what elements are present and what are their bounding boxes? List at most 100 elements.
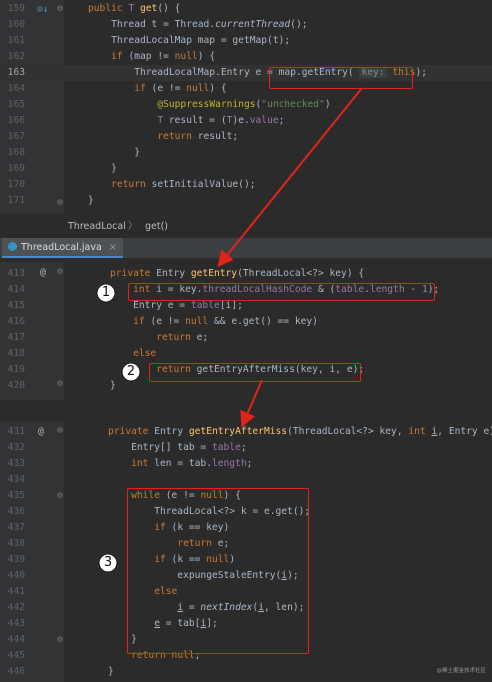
line-number: 166 xyxy=(7,115,25,126)
breadcrumb: ThreadLocal 〉 get() xyxy=(0,216,492,238)
line-number: 444 xyxy=(7,634,25,645)
line-number: 431 xyxy=(7,426,25,437)
code-text: Thread t = Thread.currentThread(); xyxy=(88,19,308,30)
tab-label: ThreadLocal.java xyxy=(21,242,102,253)
line-number: 442 xyxy=(7,602,25,613)
code-line[interactable]: 167 return result; xyxy=(0,129,492,145)
line-number: 440 xyxy=(7,570,25,581)
line-number: 419 xyxy=(7,364,25,375)
code-text: return result; xyxy=(157,131,239,142)
line-number: 436 xyxy=(7,506,25,517)
code-text: } xyxy=(88,163,117,174)
close-icon[interactable]: × xyxy=(109,242,117,253)
code-line[interactable]: 417 return e; xyxy=(0,330,492,346)
line-number: 160 xyxy=(7,19,25,30)
line-number: 418 xyxy=(7,348,25,359)
line-number: 417 xyxy=(7,332,25,343)
line-number: 415 xyxy=(7,300,25,311)
code-line[interactable]: 418 else xyxy=(0,346,492,362)
code-text: private Entry getEntry(ThreadLocal<?> ke… xyxy=(110,268,365,279)
code-text: } xyxy=(110,380,116,391)
line-number: 414 xyxy=(7,284,25,295)
tab-threadlocal-java[interactable]: ThreadLocal.java × xyxy=(2,238,123,258)
code-text: ThreadLocalMap map = getMap(t); xyxy=(88,35,291,46)
line-number: 432 xyxy=(7,442,25,453)
line-number: 161 xyxy=(7,35,25,46)
line-number: 438 xyxy=(7,538,25,549)
code-line[interactable]: 160 Thread t = Thread.currentThread(); xyxy=(0,17,492,33)
code-text: public T get() { xyxy=(88,3,181,14)
line-number: 170 xyxy=(7,179,25,190)
code-line[interactable]: 161 ThreadLocalMap map = getMap(t); xyxy=(0,33,492,49)
code-text: return setInitialValue(); xyxy=(111,179,256,190)
line-number: 434 xyxy=(7,474,25,485)
java-class-icon xyxy=(8,242,17,251)
line-number: 167 xyxy=(7,131,25,142)
line-number: 439 xyxy=(7,554,25,565)
code-line[interactable]: 433 int len = tab.length; xyxy=(0,456,492,472)
code-text: } xyxy=(108,666,114,677)
code-text: @SuppressWarnings("unchecked") xyxy=(157,99,331,110)
line-number: 443 xyxy=(7,618,25,629)
code-line[interactable]: 159 public T get() { xyxy=(0,1,492,17)
code-line[interactable]: 170 return setInitialValue(); xyxy=(0,177,492,193)
code-line[interactable]: 432 Entry[] tab = table; xyxy=(0,440,492,456)
code-line[interactable]: 163 ThreadLocalMap.Entry e = map.getEntr… xyxy=(0,65,492,81)
code-line[interactable]: 165 @SuppressWarnings("unchecked") xyxy=(0,97,492,113)
divider xyxy=(0,400,492,422)
code-text: int len = tab.length; xyxy=(131,458,253,469)
code-text: if (map != null) { xyxy=(111,51,216,62)
code-line[interactable]: 168 } xyxy=(0,145,492,161)
line-number: 420 xyxy=(7,380,25,391)
line-number: 159 xyxy=(7,3,25,14)
code-text: private Entry getEntryAfterMiss(ThreadLo… xyxy=(108,426,492,437)
breadcrumb-class[interactable]: ThreadLocal xyxy=(68,216,126,238)
highlight-getentry-call xyxy=(269,67,413,89)
line-number: 165 xyxy=(7,99,25,110)
code-text: } xyxy=(88,195,94,206)
line-number: 168 xyxy=(7,147,25,158)
step-marker-2: 2 xyxy=(121,362,141,382)
code-text: Entry[] tab = table; xyxy=(108,442,247,453)
line-number: 163 xyxy=(7,67,25,78)
code-line[interactable]: 416 if (e != null && e.get() == key) xyxy=(0,314,492,330)
line-number: 171 xyxy=(7,195,25,206)
code-line[interactable]: 413 private Entry getEntry(ThreadLocal<?>… xyxy=(0,266,492,282)
code-text: T result = (T)e.value; xyxy=(157,115,285,126)
line-number: 445 xyxy=(7,650,25,661)
line-number: 413 xyxy=(7,268,25,279)
code-line[interactable]: 446} xyxy=(0,664,492,680)
code-line[interactable]: 434 xyxy=(0,472,492,488)
line-number: 435 xyxy=(7,490,25,501)
highlight-index-calc xyxy=(128,283,435,301)
line-number: 441 xyxy=(7,586,25,597)
code-panel-getentry: @ ⊖ ⊖ 413 private Entry getEntry(ThreadLo… xyxy=(0,262,492,400)
line-number: 162 xyxy=(7,51,25,62)
line-number: 164 xyxy=(7,83,25,94)
code-panel-get: ⊙↓ ⊖ ⊖ 159 public T get() {160 Thread t =… xyxy=(0,0,492,214)
line-number: 169 xyxy=(7,163,25,174)
breadcrumb-method[interactable]: get() xyxy=(145,216,168,238)
code-line[interactable]: 171} xyxy=(0,193,492,209)
highlight-while-loop xyxy=(127,488,309,654)
code-text: else xyxy=(133,348,157,359)
line-number: 433 xyxy=(7,458,25,469)
code-line[interactable]: 431 private Entry getEntryAfterMiss(Threa… xyxy=(0,424,492,440)
highlight-after-miss-call xyxy=(149,363,361,382)
code-panel-getentryaftermiss: @ ⊖ ⊖ ⊖ 431 private Entry getEntryAfterMi… xyxy=(0,422,492,682)
code-text: } xyxy=(88,147,140,158)
step-marker-1: 1 xyxy=(96,283,116,303)
code-text: if (e != null) { xyxy=(134,83,227,94)
breadcrumb-separator: 〉 xyxy=(128,221,138,232)
code-line[interactable]: 169 } xyxy=(0,161,492,177)
code-line[interactable]: 162 if (map != null) { xyxy=(0,49,492,65)
code-text: return e; xyxy=(156,332,209,343)
code-text: if (e != null && e.get() == key) xyxy=(133,316,318,327)
editor-tab-bar: ThreadLocal.java × xyxy=(0,238,492,258)
watermark: @稀土掘金技术社区 xyxy=(436,668,486,674)
line-number: 446 xyxy=(7,666,25,677)
line-number: 416 xyxy=(7,316,25,327)
step-marker-3: 3 xyxy=(98,553,118,573)
code-line[interactable]: 164 if (e != null) { xyxy=(0,81,492,97)
code-line[interactable]: 166 T result = (T)e.value; xyxy=(0,113,492,129)
